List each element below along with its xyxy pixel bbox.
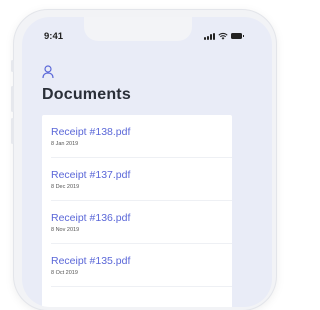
document-date: 8 Oct 2019: [51, 270, 78, 276]
phone-volume-up-button: [11, 86, 14, 112]
document-name[interactable]: Receipt #138.pdf: [51, 126, 130, 138]
divider: [51, 286, 232, 287]
list-item[interactable]: Receipt #138.pdf 8 Jan 2019: [42, 115, 232, 158]
status-icons: [204, 31, 244, 41]
user-icon[interactable]: [42, 65, 54, 79]
signal-icon: [204, 32, 215, 40]
document-date: 8 Nov 2019: [51, 227, 80, 233]
phone-volume-down-button: [11, 118, 14, 144]
document-name[interactable]: Receipt #136.pdf: [51, 212, 130, 224]
document-name[interactable]: Receipt #135.pdf: [51, 255, 130, 267]
page-title: Documents: [42, 86, 131, 103]
list-item[interactable]: Receipt #137.pdf 8 Dec 2019: [42, 158, 232, 201]
wifi-icon: [218, 32, 228, 40]
list-item[interactable]: Receipt #135.pdf 8 Oct 2019: [42, 244, 232, 287]
status-time: 9:41: [44, 31, 64, 42]
phone-notch: [84, 17, 192, 41]
status-bar: 9:41: [22, 17, 272, 57]
phone-mute-switch: [11, 60, 14, 72]
document-list: Receipt #138.pdf 8 Jan 2019 Receipt #137…: [42, 115, 232, 307]
document-date: 8 Jan 2019: [51, 141, 79, 147]
document-name[interactable]: Receipt #137.pdf: [51, 169, 130, 181]
list-item[interactable]: Receipt #136.pdf 8 Nov 2019: [42, 201, 232, 244]
document-date: 8 Dec 2019: [51, 184, 80, 190]
battery-icon: [231, 33, 244, 39]
phone-screen: 9:41 Documents Receipt #138.pdf 8 Jan 20…: [22, 17, 272, 307]
